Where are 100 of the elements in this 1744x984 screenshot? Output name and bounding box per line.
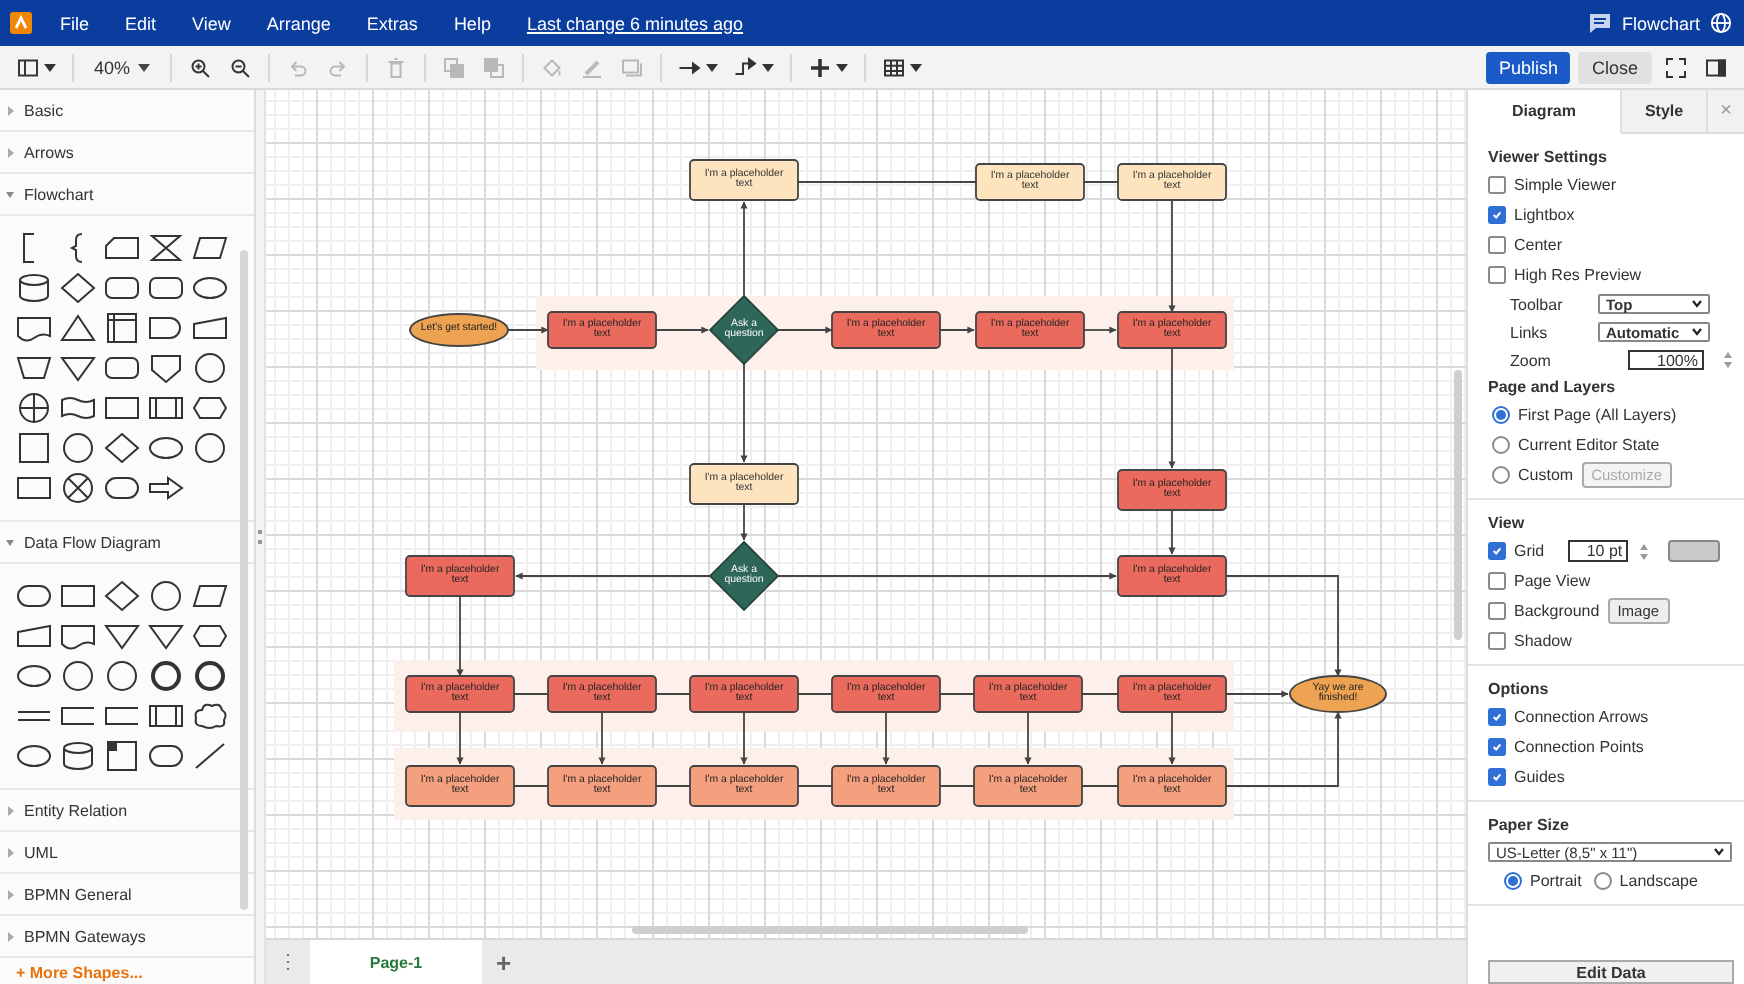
circle-icon[interactable] <box>190 352 230 384</box>
circle-icon[interactable] <box>190 432 230 464</box>
rounded-rectangle-icon[interactable] <box>102 272 142 304</box>
rectangle-icon[interactable] <box>14 472 54 504</box>
document-icon[interactable] <box>58 620 98 652</box>
internal-storage-icon[interactable] <box>102 312 142 344</box>
stadium-icon[interactable] <box>146 740 186 772</box>
checkbox[interactable] <box>1488 708 1506 726</box>
delay-shape-icon[interactable] <box>146 312 186 344</box>
x-circle-icon[interactable] <box>58 472 98 504</box>
publish-button[interactable]: Publish <box>1486 51 1570 83</box>
checkbox[interactable] <box>1488 266 1506 284</box>
down-triangle-icon[interactable] <box>102 620 142 652</box>
close-button[interactable]: Close <box>1577 51 1652 83</box>
scrollbar-thumb[interactable] <box>240 250 248 910</box>
radio-button[interactable] <box>1593 872 1612 890</box>
radio-button[interactable] <box>1492 436 1510 454</box>
pages-menu-button[interactable]: ⋮ <box>266 940 310 984</box>
panel-icon <box>16 55 40 79</box>
last-change-link[interactable]: Last change 6 minutes ago <box>526 13 744 33</box>
comment-icon[interactable] <box>1587 12 1612 34</box>
tape-icon[interactable] <box>58 392 98 424</box>
checkbox[interactable] <box>1488 768 1506 786</box>
arrow-icon[interactable] <box>146 472 186 504</box>
checkbox[interactable] <box>1488 206 1506 224</box>
checkbox[interactable] <box>1488 542 1506 560</box>
diamond-icon[interactable] <box>58 272 98 304</box>
connector-arrow <box>740 201 748 297</box>
manual-input-icon[interactable] <box>14 620 54 652</box>
square-icon[interactable] <box>102 740 142 772</box>
option-label: Guides <box>1514 768 1565 786</box>
zoom-dropdown[interactable]: 40% <box>82 57 163 77</box>
manual-input-icon[interactable] <box>190 312 230 344</box>
radio-button[interactable] <box>1492 406 1510 424</box>
card-icon[interactable] <box>102 232 142 264</box>
stadium-icon[interactable] <box>14 580 54 612</box>
document-icon[interactable] <box>14 312 54 344</box>
trapezoid-icon[interactable] <box>14 352 54 384</box>
menu-item[interactable]: View <box>174 13 249 33</box>
triangle-icon[interactable] <box>58 312 98 344</box>
scrollbar-thumb[interactable] <box>632 926 1028 934</box>
ellipse-icon[interactable] <box>14 740 54 772</box>
menu-item[interactable]: Extras <box>348 13 436 33</box>
crossed-circle-icon[interactable] <box>14 392 54 424</box>
add-page-button[interactable]: + <box>482 940 526 984</box>
zoom-field[interactable]: 100% <box>1628 350 1704 370</box>
checkbox[interactable] <box>1488 632 1506 650</box>
down-triangle-icon[interactable] <box>146 620 186 652</box>
radio-button[interactable] <box>1492 466 1510 484</box>
cylinder-icon[interactable] <box>58 740 98 772</box>
app-logo-icon[interactable] <box>10 12 32 34</box>
checkbox[interactable] <box>1488 602 1506 620</box>
rounded-rectangle-icon[interactable] <box>146 272 186 304</box>
radio-button[interactable] <box>1504 872 1522 890</box>
panel-tab[interactable]: Style <box>1622 90 1706 134</box>
parallelogram-icon[interactable] <box>190 232 230 264</box>
spinner-arrows-icon[interactable] <box>1724 352 1732 368</box>
drag-handle-icon[interactable] <box>258 530 262 544</box>
rectangle-icon[interactable] <box>58 580 98 612</box>
rounded-rectangle-icon[interactable] <box>102 352 142 384</box>
checkbox[interactable] <box>1488 236 1506 254</box>
checkbox[interactable] <box>1488 572 1506 590</box>
checkbox[interactable] <box>1488 176 1506 194</box>
parallelogram-icon[interactable] <box>190 580 230 612</box>
diamond-icon[interactable] <box>102 432 142 464</box>
edit-data-button[interactable]: Edit Data <box>1488 960 1734 984</box>
menu-item[interactable]: File <box>42 13 108 33</box>
menu-item[interactable]: Arrange <box>248 13 349 33</box>
checkbox[interactable] <box>1488 738 1506 756</box>
hexagon-icon[interactable] <box>190 392 230 424</box>
ellipse-icon[interactable] <box>190 272 230 304</box>
scrollbar-thumb[interactable] <box>1454 370 1462 640</box>
menu-item[interactable]: Edit <box>107 13 175 33</box>
grid-color-swatch[interactable] <box>1668 540 1721 562</box>
rectangle-icon[interactable] <box>102 392 142 424</box>
predefined-process-icon[interactable] <box>146 700 186 732</box>
spinner-arrows-icon[interactable] <box>1640 543 1649 559</box>
predefined-process-icon[interactable] <box>146 392 186 424</box>
thick-circle-icon[interactable] <box>146 660 186 692</box>
grid-size-field[interactable]: 10 pt <box>1568 540 1629 562</box>
thick-circle-icon[interactable] <box>190 660 230 692</box>
hexagon-icon[interactable] <box>190 620 230 652</box>
cylinder-icon[interactable] <box>14 272 54 304</box>
pentagon-icon[interactable] <box>146 352 186 384</box>
stadium-icon[interactable] <box>102 472 142 504</box>
circle-icon[interactable] <box>58 660 98 692</box>
ellipse-icon[interactable] <box>146 432 186 464</box>
diamond-icon[interactable] <box>102 580 142 612</box>
circle-icon[interactable] <box>58 432 98 464</box>
circle-icon[interactable] <box>146 580 186 612</box>
hourglass-icon[interactable] <box>146 232 186 264</box>
line-icon[interactable] <box>190 740 230 772</box>
menu-item[interactable]: Help <box>435 13 509 33</box>
down-triangle-icon[interactable] <box>58 352 98 384</box>
page-tab[interactable]: Page-1 <box>310 940 482 984</box>
globe-icon[interactable] <box>1710 12 1732 34</box>
circle-icon[interactable] <box>102 660 142 692</box>
ellipse-icon[interactable] <box>14 660 54 692</box>
cloud-icon[interactable] <box>190 700 230 732</box>
square-icon[interactable] <box>14 432 54 464</box>
